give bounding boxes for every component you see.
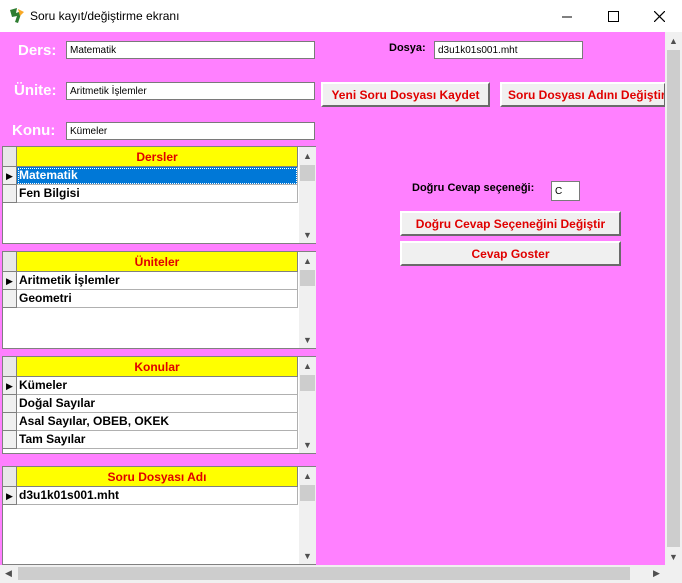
scroll-down-icon[interactable]: ▼ <box>665 548 682 565</box>
konular-scrollbar[interactable]: ▲ ▼ <box>299 357 316 453</box>
konu-label: Konu: <box>12 122 56 139</box>
yeni-soru-kaydet-button[interactable]: Yeni Soru Dosyası Kaydet <box>321 82 490 107</box>
grid-cell[interactable]: Matematik <box>17 167 298 185</box>
dogru-cevap-degistir-button[interactable]: Doğru Cevap Seçeneğini Değiştir <box>400 211 621 236</box>
table-row[interactable]: ▶ Kümeler <box>3 377 299 395</box>
table-row[interactable]: Asal Sayılar, OBEB, OKEK <box>3 413 299 431</box>
scroll-down-icon[interactable]: ▼ <box>299 226 316 243</box>
scroll-down-icon[interactable]: ▼ <box>299 331 316 348</box>
row-indicator <box>3 431 17 449</box>
grid-cell[interactable]: Fen Bilgisi <box>17 185 298 203</box>
scroll-thumb[interactable] <box>300 485 315 501</box>
scroll-right-icon[interactable]: ▶ <box>648 565 665 582</box>
window-horizontal-scrollbar[interactable]: ◀ ▶ <box>0 565 665 583</box>
app-icon <box>10 8 24 23</box>
scroll-up-icon[interactable]: ▲ <box>299 357 316 374</box>
unite-field[interactable]: Aritmetik İşlemler <box>66 82 315 100</box>
table-row[interactable]: Geometri <box>3 290 299 308</box>
uniteler-scrollbar[interactable]: ▲ ▼ <box>299 252 316 348</box>
row-pointer-icon: ▶ <box>3 272 17 290</box>
grid-cell[interactable]: d3u1k01s001.mht <box>17 487 298 505</box>
window-title: Soru kayıt/değiştirme ekranı <box>30 9 180 23</box>
dosya-label: Dosya: <box>389 42 426 54</box>
maximize-button[interactable] <box>590 0 636 32</box>
ders-label: Ders: <box>18 42 57 59</box>
grid-cell[interactable]: Aritmetik İşlemler <box>17 272 298 290</box>
table-row[interactable]: Fen Bilgisi <box>3 185 299 203</box>
soru-dosyasi-grid[interactable]: Soru Dosyası Adı ▶ d3u1k01s001.mht ▲ ▼ <box>2 466 316 565</box>
grid-cell[interactable]: Doğal Sayılar <box>17 395 298 413</box>
grid-cell[interactable]: Asal Sayılar, OBEB, OKEK <box>17 413 298 431</box>
scroll-thumb[interactable] <box>300 375 315 391</box>
soru-dosyasi-scrollbar[interactable]: ▲ ▼ <box>299 467 316 564</box>
grid-indicator-header <box>3 252 17 272</box>
konular-grid-header: Konular <box>17 357 298 377</box>
scrollbar-corner <box>665 565 682 583</box>
table-row[interactable]: ▶ Matematik <box>3 167 299 185</box>
scroll-left-icon[interactable]: ◀ <box>0 565 17 582</box>
dersler-grid-header: Dersler <box>17 147 298 167</box>
dersler-grid[interactable]: Dersler ▶ Matematik Fen Bilgisi ▲ ▼ <box>2 146 316 244</box>
scroll-thumb[interactable] <box>300 165 315 181</box>
scroll-down-icon[interactable]: ▼ <box>299 547 316 564</box>
table-row[interactable]: ▶ d3u1k01s001.mht <box>3 487 299 505</box>
scroll-up-icon[interactable]: ▲ <box>299 147 316 164</box>
scroll-thumb[interactable] <box>667 50 680 547</box>
unite-label: Ünite: <box>14 82 57 99</box>
uniteler-grid-header: Üniteler <box>17 252 298 272</box>
soru-dosya-adi-degistir-button[interactable]: Soru Dosyası Adını Değiştir <box>500 82 666 107</box>
close-icon <box>653 10 665 22</box>
row-indicator <box>3 290 17 308</box>
scroll-up-icon[interactable]: ▲ <box>665 32 682 49</box>
table-row[interactable]: Doğal Sayılar <box>3 395 299 413</box>
row-indicator <box>3 185 17 203</box>
scroll-up-icon[interactable]: ▲ <box>299 467 316 484</box>
scroll-up-icon[interactable]: ▲ <box>299 252 316 269</box>
row-pointer-icon: ▶ <box>3 487 17 505</box>
konular-grid[interactable]: Konular ▶ Kümeler Doğal Sayılar Asal Say… <box>2 356 316 454</box>
grid-indicator-header <box>3 147 17 167</box>
soru-dosyasi-grid-header: Soru Dosyası Adı <box>17 467 298 487</box>
grid-cell[interactable]: Geometri <box>17 290 298 308</box>
uniteler-grid[interactable]: Üniteler ▶ Aritmetik İşlemler Geometri ▲… <box>2 251 316 349</box>
scroll-thumb[interactable] <box>300 270 315 286</box>
close-button[interactable] <box>636 0 682 32</box>
window-vertical-scrollbar[interactable]: ▲ ▼ <box>665 32 682 565</box>
maximize-icon <box>607 10 619 22</box>
table-row[interactable]: ▶ Aritmetik İşlemler <box>3 272 299 290</box>
row-indicator <box>3 413 17 431</box>
row-pointer-icon: ▶ <box>3 377 17 395</box>
dosya-field[interactable]: d3u1k01s001.mht <box>434 41 583 59</box>
row-indicator <box>3 395 17 413</box>
grid-cell[interactable]: Tam Sayılar <box>17 431 298 449</box>
row-pointer-icon: ▶ <box>3 167 17 185</box>
scroll-down-icon[interactable]: ▼ <box>299 436 316 453</box>
table-row[interactable]: Tam Sayılar <box>3 431 299 449</box>
scroll-thumb[interactable] <box>18 567 630 580</box>
minimize-icon <box>561 16 572 17</box>
dogru-cevap-label: Doğru Cevap seçeneği: <box>412 182 535 194</box>
konu-field[interactable]: Kümeler <box>66 122 315 140</box>
minimize-button[interactable] <box>544 0 590 32</box>
ders-field[interactable]: Matematik <box>66 41 315 59</box>
title-bar: Soru kayıt/değiştirme ekranı <box>0 0 682 32</box>
grid-cell[interactable]: Kümeler <box>17 377 298 395</box>
dogru-cevap-field[interactable]: C <box>551 181 580 201</box>
grid-indicator-header <box>3 357 17 377</box>
grid-indicator-header <box>3 467 17 487</box>
dersler-scrollbar[interactable]: ▲ ▼ <box>299 147 316 243</box>
cevap-goster-button[interactable]: Cevap Goster <box>400 241 621 266</box>
